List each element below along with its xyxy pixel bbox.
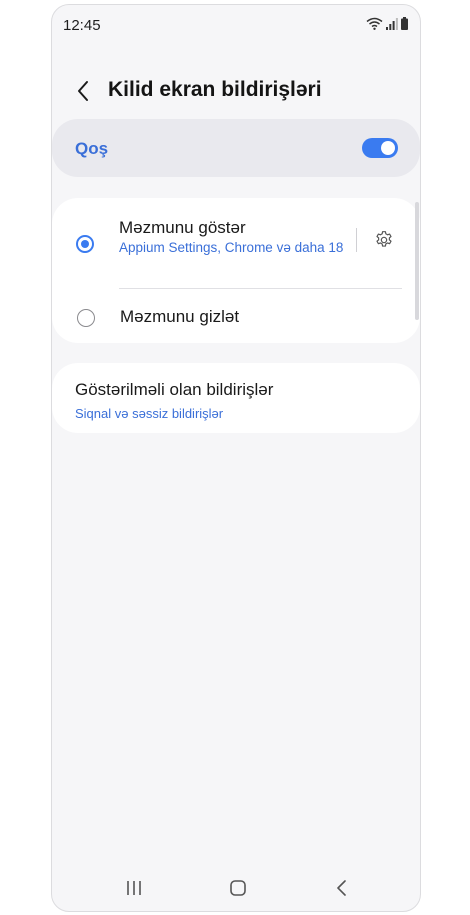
option-hide-content[interactable]: Məzmunu gizlət [52, 289, 420, 343]
radio-show-content[interactable] [76, 235, 94, 253]
status-time: 12:45 [63, 17, 101, 34]
status-bar: 12:45 [52, 5, 420, 45]
switch-knob [381, 141, 395, 155]
gear-icon[interactable] [374, 230, 394, 250]
signal-icon [386, 17, 398, 30]
master-toggle-label: Qoş [75, 139, 109, 158]
page-title: Kilid ekran bildirişləri [108, 78, 322, 101]
status-icons [366, 17, 408, 30]
recents-icon[interactable] [123, 877, 145, 899]
notifications-title: Göstərilməli olan bildirişlər [75, 380, 274, 399]
master-toggle-switch[interactable] [362, 138, 398, 158]
master-toggle-row[interactable]: Qoş [52, 119, 420, 177]
option-show-title: Məzmunu göstər [119, 218, 246, 237]
content-options-card: Məzmunu göstər Appium Settings, Chrome v… [52, 198, 420, 343]
radio-hide-content[interactable] [77, 309, 95, 327]
vertical-divider [356, 228, 357, 252]
navigation-bar [52, 865, 420, 911]
phone-screen: 12:45 Kilid ekran bildirişləri Qoş Məzmu… [51, 4, 421, 912]
notifications-subtitle: Siqnal və səssiz bildirişlər [75, 406, 224, 421]
back-arrow-icon[interactable] [70, 77, 98, 105]
option-hide-title: Məzmunu gizlət [120, 307, 240, 326]
wifi-icon [366, 17, 383, 30]
option-show-subtitle: Appium Settings, Chrome və daha 18 [119, 240, 344, 255]
app-header: Kilid ekran bildirişləri [52, 67, 420, 117]
scrollbar[interactable] [415, 202, 419, 320]
battery-icon [401, 17, 408, 30]
nav-back-icon[interactable] [331, 877, 353, 899]
home-icon[interactable] [227, 877, 249, 899]
option-show-content[interactable]: Məzmunu göstər Appium Settings, Chrome v… [52, 198, 420, 288]
notifications-to-show-row[interactable]: Göstərilməli olan bildirişlər Siqnal və … [52, 363, 420, 433]
